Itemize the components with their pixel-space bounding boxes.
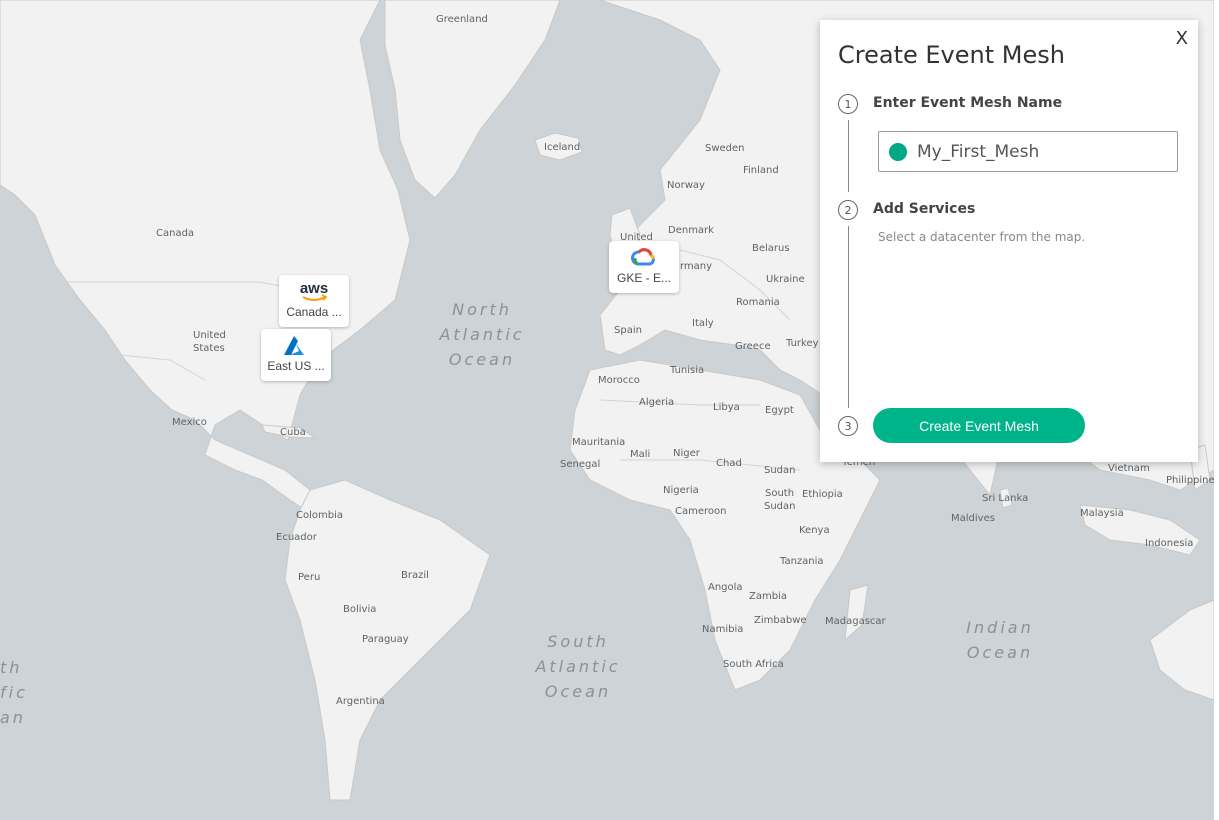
event-mesh-name-value: My_First_Mesh [917,141,1040,162]
map-label-mexico: Mexico [172,417,207,428]
ocean-label-south-atlantic: South Atlantic Ocean [535,632,621,701]
step-connector-1 [848,120,849,192]
map-label-sri-lanka: Sri Lanka [982,493,1029,504]
step-connector-2 [848,226,849,408]
map-label-italy: Italy [692,318,714,329]
map-label-malaysia: Malaysia [1080,508,1124,519]
step-3-number: 3 [838,416,858,436]
svg-text:aws: aws [300,280,328,297]
map-label-namibia: Namibia [702,624,744,635]
map-label-south-africa: South Africa [723,659,784,670]
datacenter-marker-azure-east-us[interactable]: East US ... [261,329,331,381]
map-label-bolivia: Bolivia [343,604,377,615]
map-label-vietnam: Vietnam [1108,463,1150,474]
map-label-algeria: Algeria [639,397,675,408]
select-datacenter-hint: Select a datacenter from the map. [878,230,1086,244]
map-label-niger: Niger [673,448,700,459]
marker-label: East US ... [267,359,325,373]
datacenter-marker-aws-canada[interactable]: aws Canada ... [279,275,349,327]
event-mesh-name-input[interactable]: My_First_Mesh [878,131,1178,172]
map-label-nigeria: Nigeria [663,485,699,496]
map-label-finland: Finland [743,165,779,176]
status-dot-icon [889,142,907,161]
create-event-mesh-panel: Create Event Mesh X 1 Enter Event Mesh N… [820,20,1198,462]
map-label-morocco: Morocco [598,375,640,386]
step-1-number: 1 [838,94,858,114]
map-label-greenland: Greenland [436,14,488,25]
map-label-canada: Canada [156,228,195,239]
map-label-kenya: Kenya [799,525,830,536]
step-2-label: Add Services [873,201,976,217]
map-label-iceland: Iceland [544,142,581,153]
map-label-sweden: Sweden [705,143,745,154]
step-1-label: Enter Event Mesh Name [873,95,1063,111]
marker-label: GKE - E... [616,271,671,285]
map-label-spain: Spain [614,325,642,336]
map-label-tunisia: Tunisia [670,365,705,376]
map-label-romania: Romania [736,297,780,308]
map-label-mali: Mali [630,449,651,460]
step-2-number: 2 [838,200,858,220]
datacenter-marker-gke-europe[interactable]: GKE - E... [609,241,679,293]
map-label-libya: Libya [713,402,740,413]
map-label-denmark: Denmark [668,225,714,236]
aws-logo: aws [297,279,331,305]
map-label-peru: Peru [298,572,321,583]
map-label-zimbabwe: Zimbabwe [754,615,807,626]
marker-label: Canada ... [286,305,342,319]
map-label-cuba: Cuba [280,427,306,438]
map-label-senegal: Senegal [560,459,601,470]
map-label-egypt: Egypt [765,405,794,416]
map-label-south-sudan-2: Sudan [764,501,796,512]
map-label-belarus: Belarus [752,243,790,254]
map-label-philippines: Philippine [1166,475,1215,486]
ocean-label-south-pacific: th fic an [0,658,28,727]
panel-title: Create Event Mesh [838,41,1065,69]
map-label-south-sudan-1: South [765,488,795,499]
map-label-madagascar: Madagascar [825,616,886,627]
map-label-ethiopia: Ethiopia [802,489,843,500]
map-label-ukraine: Ukraine [766,274,805,285]
map-label-greece: Greece [735,341,771,352]
map-label-brazil: Brazil [401,570,429,581]
map-label-sudan: Sudan [764,465,796,476]
map-label-ecuador: Ecuador [276,532,317,543]
map-label-germany: rmany [680,261,713,272]
map-label-maldives: Maldives [951,513,995,524]
map-label-tanzania: Tanzania [780,556,824,567]
map-label-argentina: Argentina [336,696,385,707]
create-event-mesh-button[interactable]: Create Event Mesh [873,408,1085,443]
map-label-norway: Norway [667,180,705,191]
map-label-zambia: Zambia [749,591,787,602]
map-label-paraguay: Paraguay [362,634,409,645]
window-edge [1214,0,1219,820]
ocean-label-indian: Indian Ocean [966,618,1034,662]
google-cloud-logo [631,245,657,271]
map-label-cameroon: Cameroon [675,506,727,517]
close-button[interactable]: X [1176,28,1188,49]
map-label-angola: Angola [708,582,743,593]
map-label-chad: Chad [716,458,742,469]
map-label-united-states-2: States [193,343,225,354]
ocean-label-north-atlantic: North Atlantic Ocean [439,300,525,369]
azure-logo [282,333,310,359]
map-label-united-states-1: United [193,330,226,341]
map-label-turkey: Turkey [786,338,819,349]
map-label-mauritania: Mauritania [572,437,626,448]
map-label-colombia: Colombia [296,510,343,521]
map-label-indonesia: Indonesia [1145,538,1194,549]
